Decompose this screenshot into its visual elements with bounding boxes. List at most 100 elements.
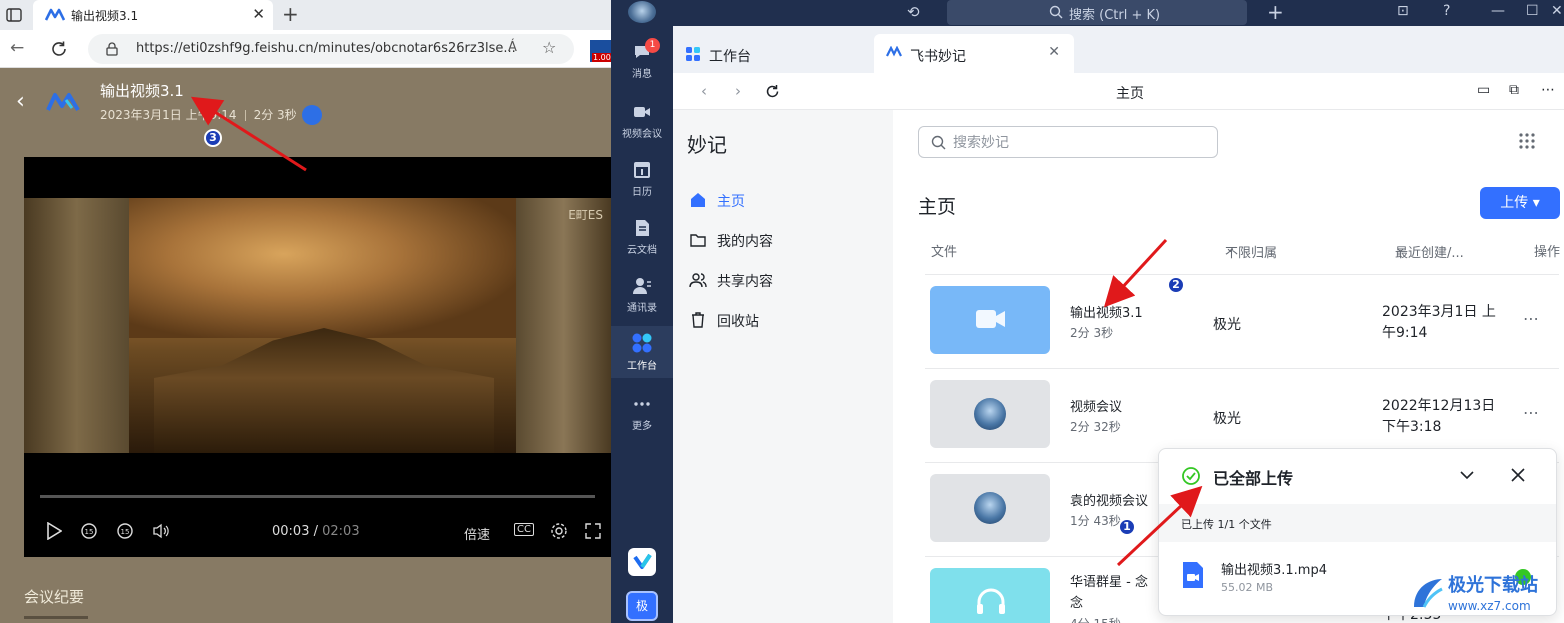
upload-summary: 已上传 1/1 个文件 xyxy=(1159,504,1556,542)
page-title: 输出视频3.1 xyxy=(100,82,184,100)
volume-icon[interactable] xyxy=(152,522,170,540)
browser-tab[interactable]: 输出视频3.1 ✕ xyxy=(33,0,273,30)
minutes-search-field[interactable] xyxy=(918,126,1218,158)
more-dots-icon xyxy=(634,402,650,406)
create-plus-icon[interactable]: + xyxy=(1267,0,1284,24)
subtitles-button[interactable]: CC xyxy=(514,523,534,536)
nav-item-home[interactable]: 主页 xyxy=(689,188,879,212)
close-icon[interactable] xyxy=(1509,466,1527,484)
header-file: 文件 xyxy=(931,245,958,260)
annotation-badge-3: 3 xyxy=(204,129,222,147)
open-new-window-icon[interactable]: ⧉ xyxy=(1509,82,1519,98)
extension-icon[interactable]: 1.00 xyxy=(590,40,611,62)
tab-workplace[interactable]: 工作台 xyxy=(673,34,871,73)
headphones-icon xyxy=(977,588,1005,614)
user-avatar[interactable] xyxy=(628,1,656,23)
minimize-icon[interactable]: — xyxy=(1491,3,1505,19)
minutes-left-nav: 妙记 主页 我的内容 共享内容 回收站 xyxy=(673,110,893,623)
maximize-icon[interactable]: ☐ xyxy=(1526,3,1539,19)
row-duration: 1分 43秒 xyxy=(1070,514,1121,528)
reload-icon[interactable] xyxy=(765,84,780,99)
pinned-app-jiguang[interactable]: 极 xyxy=(626,591,658,621)
close-tab-icon[interactable]: ✕ xyxy=(252,5,265,23)
minutes-tab-icon xyxy=(886,46,902,57)
speed-button[interactable]: 倍速 xyxy=(464,524,490,543)
meeting-thumbnail xyxy=(930,474,1050,542)
read-aloud-icon[interactable]: Á xyxy=(508,40,517,55)
nav-item-trash[interactable]: 回收站 xyxy=(689,308,879,332)
refresh-icon[interactable] xyxy=(50,40,68,58)
close-window-icon[interactable]: ✕ xyxy=(1551,3,1563,19)
play-icon[interactable] xyxy=(46,522,62,540)
meeting-thumbnail xyxy=(930,380,1050,448)
sidebar-item-workplace[interactable]: 工作台 xyxy=(611,326,673,378)
row-duration: 2分 32秒 xyxy=(1070,420,1121,434)
favorite-star-icon[interactable]: ☆ xyxy=(542,38,556,57)
tab-feishu-minutes[interactable]: 飞书妙记 ✕ xyxy=(874,34,1074,73)
video-file-icon xyxy=(1183,562,1203,588)
screenshot-icon[interactable]: ⊡ xyxy=(1397,3,1409,19)
history-icon[interactable]: ⟲ xyxy=(907,3,920,21)
owner-avatar[interactable] xyxy=(302,105,322,125)
row-name[interactable]: 袁的视频会议 xyxy=(1070,490,1148,509)
chevron-down-icon[interactable] xyxy=(1457,465,1477,485)
calendar-icon xyxy=(634,162,650,178)
window-layout-icon[interactable]: ▭ xyxy=(1477,82,1490,98)
help-icon[interactable]: ? xyxy=(1443,3,1450,19)
page-date: 2023年3月1日 上午9:14 xyxy=(100,108,237,122)
sidebar-item-calendar[interactable]: 日历 xyxy=(611,154,673,204)
annotation-badge-1: 1 xyxy=(1118,518,1136,536)
row-more-icon[interactable]: ⋯ xyxy=(1523,309,1539,328)
close-tab-icon[interactable]: ✕ xyxy=(1048,44,1060,60)
header-date-sort[interactable]: 最近创建/... ⌄ xyxy=(1395,241,1464,261)
rewind-15-icon[interactable]: 15 xyxy=(80,522,98,540)
nav-back-icon[interactable]: ‹ xyxy=(701,82,707,100)
forward-15-icon[interactable]: 15 xyxy=(116,522,134,540)
back-arrow-icon[interactable]: ‹ xyxy=(16,89,25,114)
table-row[interactable]: 输出视频3.1 2分 3秒 极光 2023年3月1日 上午9:14 ⋯ xyxy=(925,274,1559,368)
row-name[interactable]: 华语群星 - 念念 xyxy=(1070,572,1155,614)
uploaded-file-name[interactable]: 输出视频3.1.mp4 xyxy=(1221,559,1327,578)
sidebar-item-contacts[interactable]: 通讯录 xyxy=(611,270,673,320)
progress-bar[interactable] xyxy=(40,495,595,498)
row-more-icon[interactable]: ⋯ xyxy=(1523,403,1539,422)
header-owner-filter[interactable]: 不限归属 ⌄ xyxy=(1225,241,1277,261)
upload-panel-title: 已全部上传 xyxy=(1213,469,1294,488)
trash-icon xyxy=(692,312,704,328)
video-player[interactable]: E町ES 15 15 00:03 / 02:03 倍速 CC xyxy=(24,157,611,557)
contacts-icon xyxy=(633,278,651,294)
audio-thumbnail xyxy=(930,568,1050,623)
row-name[interactable]: 输出视频3.1 xyxy=(1070,302,1143,321)
pinned-app-icon[interactable] xyxy=(628,548,656,576)
back-icon[interactable]: ← xyxy=(10,38,24,58)
url-field[interactable]: https://eti0zshf9g.feishu.cn/minutes/obc… xyxy=(88,34,574,64)
page-meta: 2023年3月1日 上午9:14 2分 3秒 xyxy=(100,106,314,123)
new-tab-icon[interactable]: + xyxy=(282,2,299,26)
table-header: 文件 不限归属 ⌄ 最近创建/... ⌄ 操作 xyxy=(931,240,1564,261)
sidebar-item-messages[interactable]: 消息 1 xyxy=(611,36,673,86)
sidebar-item-more[interactable]: 更多 xyxy=(611,388,673,438)
sidebar-item-meetings[interactable]: 视频会议 xyxy=(611,96,673,146)
nav-forward-icon[interactable]: › xyxy=(735,82,741,100)
url-text: https://eti0zshf9g.feishu.cn/minutes/obc… xyxy=(136,41,516,56)
settings-gear-icon[interactable] xyxy=(550,522,568,540)
minutes-search-input[interactable] xyxy=(953,133,1203,153)
check-circle-icon xyxy=(1182,467,1200,485)
tab-actions-icon[interactable] xyxy=(4,5,24,25)
video-frame[interactable]: E町ES xyxy=(24,198,611,453)
upload-button[interactable]: 上传 ▾ xyxy=(1480,187,1560,219)
sidebar-item-docs[interactable]: 云文档 xyxy=(611,212,673,262)
meeting-notes-heading[interactable]: 会议纪要 xyxy=(24,586,84,607)
fullscreen-icon[interactable] xyxy=(584,522,602,540)
nav-item-shared[interactable]: 共享内容 xyxy=(689,268,879,292)
workplace-tab-icon xyxy=(686,47,700,61)
more-options-icon[interactable]: ⋯ xyxy=(1541,82,1555,98)
nav-item-my-content[interactable]: 我的内容 xyxy=(689,228,879,252)
row-duration: 4分 15秒 xyxy=(1070,615,1121,623)
section-title: 主页 xyxy=(918,196,957,218)
address-bar-row: ← https://eti0zshf9g.feishu.cn/minutes/o… xyxy=(0,30,611,68)
player-controls: 15 15 00:03 / 02:03 倍速 CC xyxy=(24,517,611,547)
row-name[interactable]: 视频会议 xyxy=(1070,396,1122,415)
app-grid-icon[interactable] xyxy=(1518,132,1536,150)
global-search[interactable]: 搜索 (Ctrl + K) xyxy=(947,0,1247,25)
